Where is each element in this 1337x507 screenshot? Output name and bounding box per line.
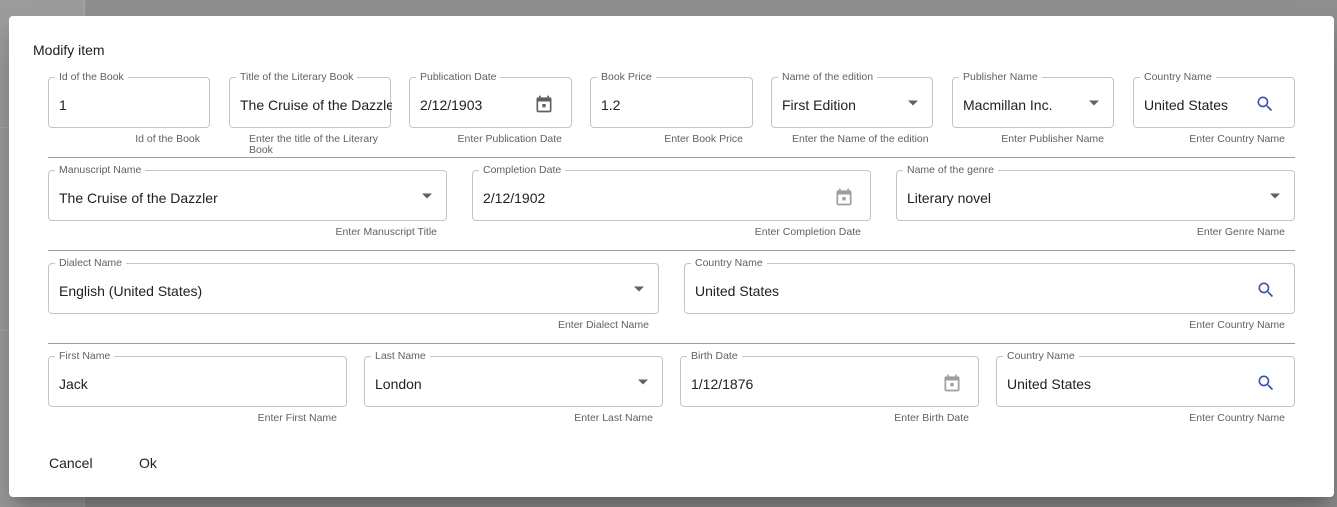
calendar-icon[interactable] <box>834 187 854 207</box>
book-country-value: United States <box>1144 97 1229 113</box>
birth-date-helper: Enter Birth Date <box>894 412 969 424</box>
book-title-value: The Cruise of the Dazzler <box>240 97 392 113</box>
genre-helper: Enter Genre Name <box>1196 226 1285 238</box>
completion-date-value: 2/12/1902 <box>483 190 546 206</box>
section-divider <box>48 157 1295 158</box>
last-name-value: London <box>375 376 422 392</box>
completion-date-helper: Enter Completion Date <box>754 226 861 238</box>
publisher-value: Macmillan Inc. <box>963 97 1053 113</box>
edition-select[interactable]: Name of the edition First Edition <box>771 71 933 128</box>
last-name-select[interactable]: Last Name London <box>364 350 663 407</box>
book-price-label: Book Price <box>597 71 656 83</box>
language-country-field[interactable]: Country Name United States <box>684 257 1295 314</box>
completion-date-field[interactable]: Completion Date 2/12/1902 <box>472 164 871 221</box>
book-country-label: Country Name <box>1140 71 1216 83</box>
manuscript-label: Manuscript Name <box>55 164 146 176</box>
publication-date-helper: Enter Publication Date <box>457 133 562 145</box>
book-id-value: 1 <box>59 97 67 113</box>
chevron-down-icon[interactable] <box>1268 191 1282 201</box>
genre-label: Name of the genre <box>903 164 998 176</box>
book-id-helper: Id of the Book <box>135 133 200 145</box>
first-name-field[interactable]: First Name Jack <box>48 350 347 407</box>
first-name-value: Jack <box>59 376 88 392</box>
dialect-value: English (United States) <box>59 283 203 299</box>
chevron-down-icon[interactable] <box>420 191 434 201</box>
chevron-down-icon[interactable] <box>632 284 646 294</box>
book-price-helper: Enter Book Price <box>664 133 743 145</box>
book-country-field[interactable]: Country Name United States <box>1133 71 1295 128</box>
book-id-label: Id of the Book <box>55 71 128 83</box>
genre-value: Literary novel <box>907 190 992 206</box>
completion-date-label: Completion Date <box>479 164 566 176</box>
birth-date-label: Birth Date <box>687 350 742 362</box>
publication-date-value: 2/12/1903 <box>420 97 483 113</box>
edition-helper: Enter the Name of the edition <box>792 133 929 145</box>
chevron-down-icon[interactable] <box>1087 98 1101 108</box>
dialect-helper: Enter Dialect Name <box>557 319 649 331</box>
publication-date-label: Publication Date <box>416 71 501 83</box>
ok-button[interactable]: Ok <box>139 455 157 471</box>
section-divider <box>48 343 1295 344</box>
cancel-button[interactable]: Cancel <box>49 455 93 471</box>
book-title-field[interactable]: Title of the Literary Book The Cruise of… <box>229 71 392 128</box>
modify-item-dialog: Modify item Id of the Book 1 Id of the B… <box>9 16 1334 497</box>
dialect-label: Dialect Name <box>55 257 127 269</box>
edition-value: First Edition <box>782 97 856 113</box>
manuscript-helper: Enter Manuscript Title <box>335 226 437 238</box>
chevron-down-icon[interactable] <box>906 98 920 108</box>
language-country-value: United States <box>695 283 780 299</box>
book-price-field[interactable]: Book Price 1.2 <box>590 71 753 128</box>
calendar-icon[interactable] <box>534 94 554 114</box>
book-title-helper: Enter the title of the Literary Book <box>249 133 378 156</box>
publisher-helper: Enter Publisher Name <box>1001 133 1104 145</box>
chevron-down-icon[interactable] <box>636 377 650 387</box>
publisher-label: Publisher Name <box>959 71 1042 83</box>
section-divider <box>48 250 1295 251</box>
author-country-label: Country Name <box>1003 350 1079 362</box>
book-price-value: 1.2 <box>601 97 621 113</box>
first-name-helper: Enter First Name <box>257 412 337 424</box>
genre-select[interactable]: Name of the genre Literary novel <box>896 164 1295 221</box>
author-country-value: United States <box>1007 376 1092 392</box>
book-country-helper: Enter Country Name <box>1189 133 1285 145</box>
background-divider <box>0 330 9 331</box>
edition-label: Name of the edition <box>778 71 878 83</box>
search-icon[interactable] <box>1255 94 1275 114</box>
publication-date-field[interactable]: Publication Date 2/12/1903 <box>409 71 572 128</box>
dialog-title: Modify item <box>33 42 105 58</box>
last-name-label: Last Name <box>371 350 430 362</box>
dialect-select[interactable]: Dialect Name English (United States) <box>48 257 659 314</box>
search-icon[interactable] <box>1256 280 1276 300</box>
birth-date-field[interactable]: Birth Date 1/12/1876 <box>680 350 979 407</box>
book-id-field[interactable]: Id of the Book 1 <box>48 71 210 128</box>
calendar-icon[interactable] <box>942 373 962 393</box>
publisher-select[interactable]: Publisher Name Macmillan Inc. <box>952 71 1114 128</box>
background-divider <box>0 127 9 128</box>
manuscript-value: The Cruise of the Dazzler <box>59 190 218 206</box>
first-name-label: First Name <box>55 350 115 362</box>
birth-date-value: 1/12/1876 <box>691 376 754 392</box>
author-country-helper: Enter Country Name <box>1189 412 1285 424</box>
last-name-helper: Enter Last Name <box>574 412 653 424</box>
book-title-label: Title of the Literary Book <box>236 71 358 83</box>
language-country-label: Country Name <box>691 257 767 269</box>
manuscript-select[interactable]: Manuscript Name The Cruise of the Dazzle… <box>48 164 447 221</box>
search-icon[interactable] <box>1256 373 1276 393</box>
language-country-helper: Enter Country Name <box>1189 319 1285 331</box>
author-country-field[interactable]: Country Name United States <box>996 350 1295 407</box>
